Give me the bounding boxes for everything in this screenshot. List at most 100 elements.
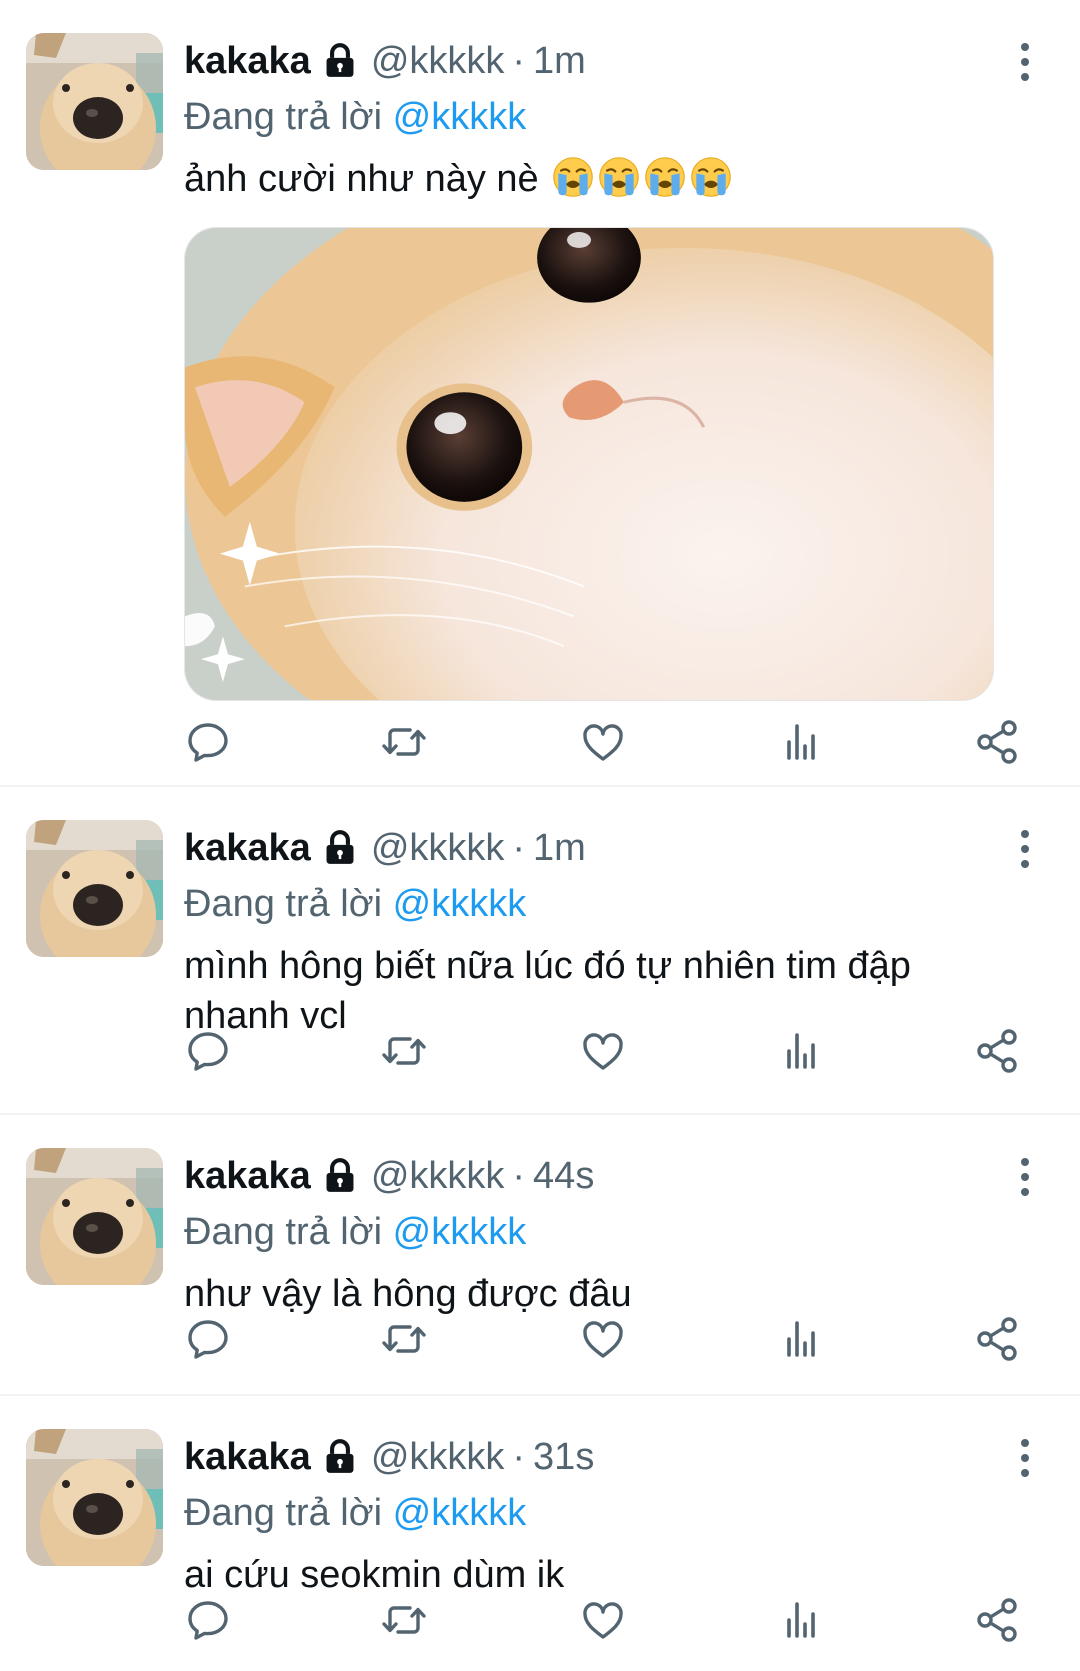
share-button[interactable]	[973, 1315, 1021, 1363]
replying-to-handle[interactable]: @kkkkk	[393, 96, 527, 138]
analytics-button[interactable]	[777, 718, 825, 766]
retweet-icon	[380, 718, 428, 766]
username[interactable]: @kkkkk	[371, 827, 505, 870]
analytics-button[interactable]	[777, 1596, 825, 1644]
lock-icon	[321, 829, 359, 867]
timestamp[interactable]: 44s	[533, 1155, 594, 1198]
more-vertical-icon[interactable]	[1018, 1438, 1032, 1478]
more-vertical-icon[interactable]	[1018, 1157, 1032, 1197]
tweet-text: mình hông biết nữa lúc đó tự nhiên tim đ…	[184, 945, 911, 1037]
replying-to: Đang trả lời @kkkkk	[184, 879, 1020, 929]
retweet-button[interactable]	[380, 1596, 428, 1644]
like-icon	[579, 1315, 627, 1363]
tweet-image[interactable]	[184, 227, 994, 701]
separator: ·	[512, 39, 526, 82]
analytics-icon	[777, 718, 825, 766]
share-button[interactable]	[973, 718, 1021, 766]
share-button[interactable]	[973, 1027, 1021, 1075]
analytics-button[interactable]	[777, 1315, 825, 1363]
tweet-feed: kakaka @kkkkk · 1m Đang trả lời @kkkkk ả…	[0, 0, 1080, 1671]
replying-to-handle[interactable]: @kkkkk	[393, 1211, 527, 1253]
tweet-actions	[184, 718, 1024, 766]
retweet-button[interactable]	[380, 1315, 428, 1363]
separator: ·	[512, 1154, 526, 1197]
timestamp[interactable]: 1m	[533, 40, 586, 83]
timestamp[interactable]: 31s	[533, 1436, 594, 1479]
like-button[interactable]	[579, 718, 627, 766]
tweet-actions	[184, 1027, 1024, 1075]
like-icon	[579, 1596, 627, 1644]
tweet-content: kakaka @kkkkk · 44s Đang trả lời @kkkkk …	[184, 1145, 1020, 1319]
username[interactable]: @kkkkk	[371, 1436, 505, 1479]
retweet-icon	[380, 1027, 428, 1075]
avatar[interactable]	[26, 1429, 163, 1566]
like-icon	[579, 1027, 627, 1075]
loudly-crying-face-icon	[551, 155, 595, 199]
retweet-icon	[380, 1315, 428, 1363]
retweet-button[interactable]	[380, 1027, 428, 1075]
analytics-button[interactable]	[777, 1027, 825, 1075]
like-icon	[579, 718, 627, 766]
replying-to-label: Đang trả lời	[184, 96, 383, 138]
tweet-header: kakaka @kkkkk · 1m	[184, 817, 1020, 879]
share-icon	[973, 718, 1021, 766]
replying-to-label: Đang trả lời	[184, 1492, 383, 1534]
tweet-actions	[184, 1596, 1024, 1644]
tweet-text-body: ảnh cười như này nè	[184, 158, 539, 200]
tweet-text: ảnh cười như này nè	[184, 154, 1020, 204]
reply-button[interactable]	[184, 1315, 232, 1363]
tweet[interactable]: kakaka @kkkkk · 1m Đang trả lời @kkkkk m…	[0, 787, 1080, 1115]
reply-icon	[184, 1027, 232, 1075]
replying-to-label: Đang trả lời	[184, 1211, 383, 1253]
reply-button[interactable]	[184, 718, 232, 766]
reply-icon	[184, 1596, 232, 1644]
username[interactable]: @kkkkk	[371, 40, 505, 83]
loudly-crying-face-icon	[689, 155, 733, 199]
more-vertical-icon[interactable]	[1018, 829, 1032, 869]
tweet-text: ai cứu seokmin dùm ik	[184, 1554, 565, 1596]
analytics-icon	[777, 1315, 825, 1363]
display-name[interactable]: kakaka	[184, 1436, 311, 1479]
lock-icon	[321, 1157, 359, 1195]
like-button[interactable]	[579, 1027, 627, 1075]
username[interactable]: @kkkkk	[371, 1155, 505, 1198]
lock-icon	[321, 1438, 359, 1476]
replying-to-handle[interactable]: @kkkkk	[393, 883, 527, 925]
loudly-crying-face-icon	[643, 155, 687, 199]
replying-to-label: Đang trả lời	[184, 883, 383, 925]
tweet[interactable]: kakaka @kkkkk · 44s Đang trả lời @kkkkk …	[0, 1115, 1080, 1396]
share-button[interactable]	[973, 1596, 1021, 1644]
display-name[interactable]: kakaka	[184, 1155, 311, 1198]
tweet-header: kakaka @kkkkk · 1m	[184, 30, 1020, 92]
tweet-actions	[184, 1315, 1024, 1363]
analytics-icon	[777, 1596, 825, 1644]
tweet-content: kakaka @kkkkk · 1m Đang trả lời @kkkkk m…	[184, 817, 1020, 1041]
reply-button[interactable]	[184, 1027, 232, 1075]
tweet-text: như vậy là hông được đâu	[184, 1273, 632, 1315]
lock-icon	[321, 42, 359, 80]
tweet-header: kakaka @kkkkk · 44s	[184, 1145, 1020, 1207]
avatar[interactable]	[26, 820, 163, 957]
replying-to: Đang trả lời @kkkkk	[184, 1488, 1020, 1538]
retweet-icon	[380, 1596, 428, 1644]
display-name[interactable]: kakaka	[184, 40, 311, 83]
tweet[interactable]: kakaka @kkkkk · 31s Đang trả lời @kkkkk …	[0, 1396, 1080, 1671]
like-button[interactable]	[579, 1596, 627, 1644]
replying-to: Đang trả lời @kkkkk	[184, 92, 1020, 142]
like-button[interactable]	[579, 1315, 627, 1363]
avatar[interactable]	[26, 33, 163, 170]
separator: ·	[512, 1435, 526, 1478]
tweet[interactable]: kakaka @kkkkk · 1m Đang trả lời @kkkkk ả…	[0, 0, 1080, 787]
avatar[interactable]	[26, 1148, 163, 1285]
loudly-crying-face-icon	[597, 155, 641, 199]
reply-icon	[184, 1315, 232, 1363]
share-icon	[973, 1596, 1021, 1644]
reply-button[interactable]	[184, 1596, 232, 1644]
more-vertical-icon[interactable]	[1018, 42, 1032, 82]
replying-to-handle[interactable]: @kkkkk	[393, 1492, 527, 1534]
tweet-content: kakaka @kkkkk · 1m Đang trả lời @kkkkk ả…	[184, 30, 1020, 204]
display-name[interactable]: kakaka	[184, 827, 311, 870]
retweet-button[interactable]	[380, 718, 428, 766]
timestamp[interactable]: 1m	[533, 827, 586, 870]
tweet-header: kakaka @kkkkk · 31s	[184, 1426, 1020, 1488]
